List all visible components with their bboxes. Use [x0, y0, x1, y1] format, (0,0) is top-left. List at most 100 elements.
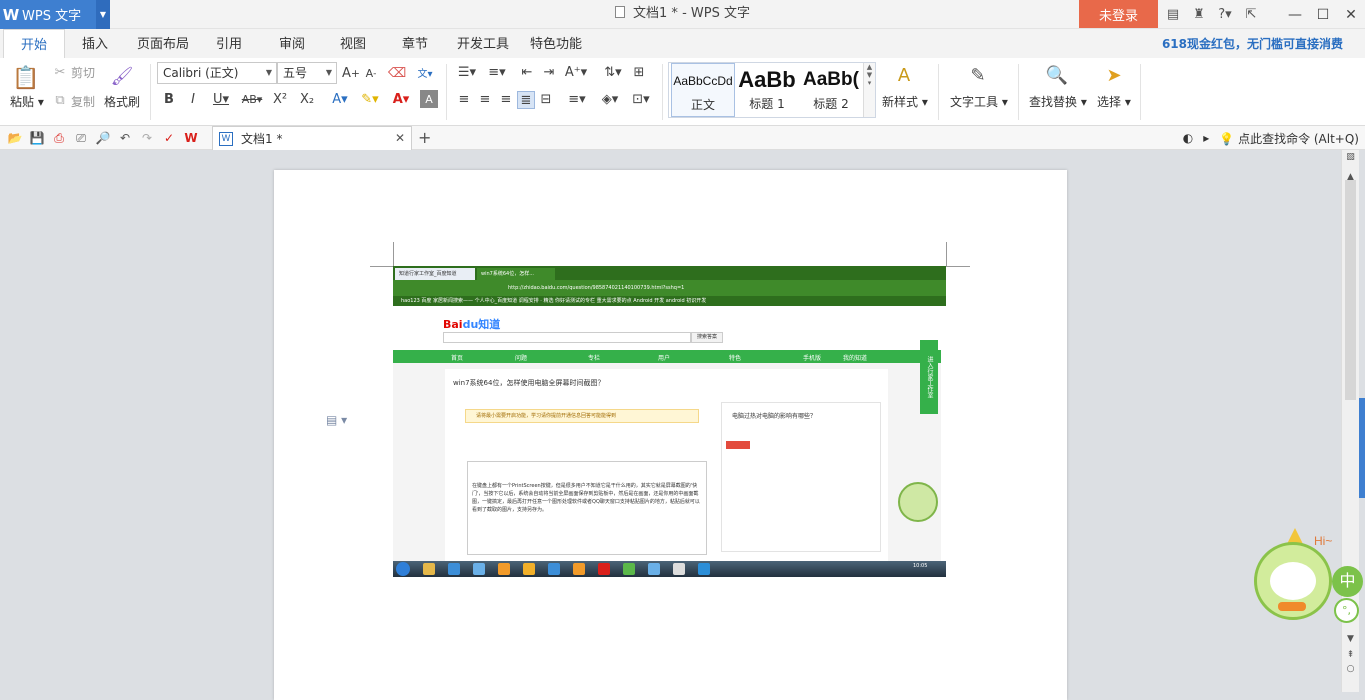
redo-icon[interactable]: ↷ — [136, 131, 158, 145]
collapse-ribbon-icon[interactable]: ◐ — [1183, 131, 1193, 145]
select-cursor-icon[interactable]: ➤ — [1102, 62, 1126, 88]
clear-format-icon[interactable]: ⌫ — [388, 64, 406, 82]
superscript-icon[interactable]: X² — [271, 90, 289, 108]
decrease-indent-icon[interactable]: ⇤ — [518, 64, 536, 80]
format-painter-button[interactable]: 格式刷 — [104, 93, 140, 110]
tab-special-features[interactable]: 特色功能 — [530, 29, 582, 58]
help-icon[interactable]: ?▾ — [1212, 7, 1238, 22]
style-normal[interactable]: AaBbCcDd 正文 — [671, 63, 735, 117]
font-size-select[interactable]: 五号 ▼ — [277, 62, 337, 84]
minimize-icon[interactable]: — — [1281, 0, 1309, 29]
skin-icon[interactable]: ▤ — [1160, 7, 1186, 22]
pinyin-guide-icon[interactable]: 文▾ — [412, 62, 438, 82]
ruler-toggle-icon[interactable]: ▧ — [1342, 152, 1359, 162]
italic-icon[interactable]: I — [185, 90, 201, 108]
wps-logo-icon: W — [2, 5, 20, 24]
line-spacing-icon[interactable]: ≡▾ — [564, 91, 590, 107]
strikethrough-icon[interactable]: AB▾ — [238, 90, 266, 108]
subscript-icon[interactable]: X₂ — [298, 90, 316, 108]
wps-icon[interactable]: W — [180, 131, 202, 145]
style-heading-1[interactable]: AaBb 标题 1 — [735, 63, 799, 117]
tab-page-layout[interactable]: 页面布局 — [137, 29, 189, 58]
share-icon[interactable]: ▸ — [1203, 131, 1209, 145]
increase-indent-icon[interactable]: ⇥ — [540, 64, 558, 80]
text-tools-icon[interactable]: ✎ — [965, 62, 991, 88]
assistant-mascot[interactable]: Hi~ 中 °, — [1248, 528, 1365, 638]
select-browse-object-icon[interactable]: ○ — [1342, 664, 1359, 674]
restore-ribbon-icon[interactable]: ⇱ — [1238, 7, 1264, 22]
ime-punctuation-toggle[interactable]: °, — [1334, 598, 1359, 623]
tab-references[interactable]: 引用 — [216, 29, 242, 58]
bullet-list-icon[interactable]: ☰▾ — [454, 64, 480, 80]
maximize-icon[interactable]: ☐ — [1309, 0, 1337, 29]
command-search[interactable]: 💡 点此查找命令 (Alt+Q) — [1219, 130, 1359, 147]
shirt-icon[interactable]: ♜ — [1186, 7, 1212, 22]
new-style-button[interactable]: 新样式 ▾ — [882, 93, 928, 110]
find-replace-button[interactable]: 查找替换 ▾ — [1029, 93, 1087, 110]
char-shading-icon[interactable]: A — [420, 90, 438, 108]
app-menu-button[interactable]: W WPS 文字 ▼ — [0, 0, 110, 29]
new-tab-button[interactable]: + — [418, 128, 431, 147]
customize-icon[interactable]: ✓ — [158, 131, 180, 145]
new-style-icon[interactable]: A — [890, 62, 918, 88]
style-gallery-scroll[interactable]: ▲ ▼ ▾ — [863, 63, 875, 117]
align-center-icon[interactable]: ≡ — [477, 91, 493, 107]
text-tools-button[interactable]: 文字工具 ▾ — [950, 93, 1008, 110]
side-panel-handle[interactable] — [1359, 398, 1365, 498]
open-folder-icon[interactable]: 📂 — [4, 131, 26, 145]
numbered-list-icon[interactable]: ≡▾ — [484, 64, 510, 80]
copy-button[interactable]: 复制 — [71, 93, 95, 110]
login-button[interactable]: 未登录 — [1079, 0, 1158, 28]
tab-view[interactable]: 视图 — [340, 29, 366, 58]
paste-button[interactable]: 粘贴 ▾ — [10, 93, 44, 110]
undo-icon[interactable]: ↶ — [114, 131, 136, 145]
previous-page-icon[interactable]: ⇞ — [1342, 650, 1359, 660]
grow-font-icon[interactable]: A + — [342, 64, 360, 82]
paragraph-shading-icon[interactable]: ◈▾ — [597, 91, 623, 107]
paragraph-menu-icon[interactable]: ▤ ▾ — [326, 413, 347, 427]
shrink-font-icon[interactable]: A- — [362, 64, 380, 82]
scrollbar-thumb[interactable] — [1345, 180, 1356, 400]
style-heading-2[interactable]: AaBb( 标题 2 — [799, 63, 863, 117]
font-name-select[interactable]: Calibri (正文) ▼ — [157, 62, 277, 84]
highlight-icon[interactable]: ✎▾ — [356, 90, 384, 108]
ime-chinese-toggle[interactable]: 中 — [1332, 566, 1363, 597]
promo-link[interactable]: 618现金红包，无门槛可直接消费 — [1162, 29, 1343, 58]
close-tab-icon[interactable]: ✕ — [395, 131, 405, 145]
paste-icon[interactable]: 📋 — [12, 64, 40, 92]
font-color-icon[interactable]: A▾ — [388, 90, 414, 108]
document-tab[interactable]: W 文档1 * ✕ — [212, 126, 412, 150]
cut-button[interactable]: 剪切 — [71, 64, 95, 81]
align-left-icon[interactable]: ≡ — [456, 91, 472, 107]
underline-icon[interactable]: U▾ — [209, 90, 233, 108]
sort-icon[interactable]: ⇅▾ — [600, 64, 626, 80]
distribute-icon[interactable]: ⊟ — [538, 91, 554, 107]
scissors-icon[interactable]: ✂ — [52, 64, 68, 80]
borders-icon[interactable]: ⊡▾ — [628, 91, 654, 107]
copy-icon[interactable]: ⧉ — [52, 92, 68, 108]
format-painter-icon[interactable]: 🖌 — [110, 64, 134, 88]
print-preview-icon[interactable]: 🔎 — [92, 131, 114, 145]
select-button[interactable]: 选择 ▾ — [1097, 93, 1131, 110]
align-right-icon[interactable]: ≡ — [498, 91, 514, 107]
print-icon[interactable]: ⎚ — [70, 131, 92, 146]
taskbar-clock: 10:05 — [913, 563, 928, 569]
tab-developer[interactable]: 开发工具 — [457, 29, 509, 58]
justify-icon[interactable]: ≣ — [517, 91, 535, 109]
close-icon[interactable]: ✕ — [1337, 0, 1365, 29]
app-name: WPS 文字 — [22, 9, 82, 24]
text-effect-icon[interactable]: A▾ — [327, 90, 353, 108]
save-icon[interactable]: 💾 — [26, 131, 48, 145]
find-replace-icon[interactable]: 🔍 — [1043, 62, 1071, 88]
tab-insert[interactable]: 插入 — [82, 29, 108, 58]
export-pdf-icon[interactable]: ⎙ — [48, 131, 70, 146]
tab-review[interactable]: 审阅 — [279, 29, 305, 58]
tab-home[interactable]: 开始 — [3, 29, 66, 59]
document-page[interactable]: ▤ ▾ 知道行家工作室_百度知道 win7系统64位，怎样... http://… — [274, 170, 1067, 700]
bold-icon[interactable]: B — [161, 90, 177, 108]
chevron-down-icon[interactable]: ▼ — [96, 0, 110, 29]
tab-chapter[interactable]: 章节 — [402, 29, 428, 58]
embedded-screenshot-image[interactable]: 知道行家工作室_百度知道 win7系统64位，怎样... http://zhid… — [393, 266, 946, 577]
table-icon[interactable]: ⊞ — [630, 64, 648, 80]
change-case-icon[interactable]: A⁺▾ — [563, 64, 589, 80]
